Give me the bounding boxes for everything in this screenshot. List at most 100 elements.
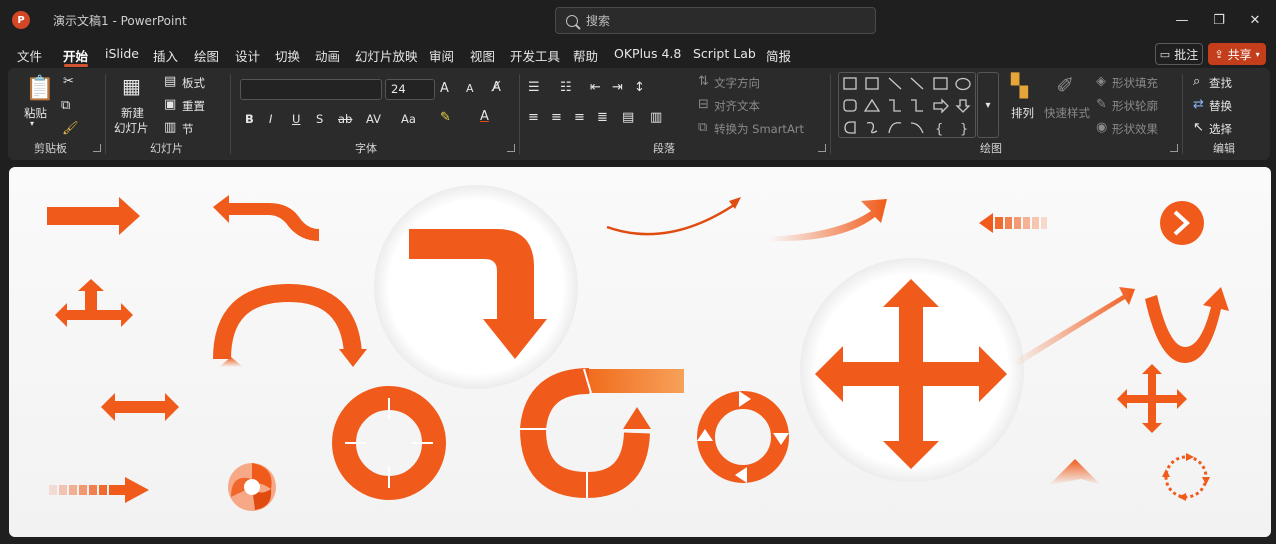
shape-effects-icon[interactable]: ◉ [1096,121,1107,134]
tab-review[interactable]: 审阅 [429,46,454,65]
restore-button[interactable]: ❐ [1209,10,1229,30]
tab-briefing[interactable]: 简报 [766,46,791,65]
align-right-icon[interactable]: ≡ [574,111,585,124]
replace-button[interactable]: 替换 [1209,98,1232,114]
find-button[interactable]: 查找 [1209,75,1232,91]
text-direction-button[interactable]: 文字方向 [714,75,760,91]
tab-animations[interactable]: 动画 [315,46,340,65]
tab-design[interactable]: 设计 [235,46,260,65]
document-title: 演示文稿1 - PowerPoint [53,14,187,28]
spiral-arrow-shape [519,368,684,499]
tab-home[interactable]: 开始 [63,46,88,65]
font-color-icon[interactable]: A [480,110,489,123]
distributed-icon[interactable]: ▤ [622,111,634,124]
quick-styles-icon[interactable]: ✐ [1056,76,1074,98]
columns-icon[interactable]: ▥ [650,111,662,124]
italic-button[interactable]: I [269,112,272,126]
tab-view[interactable]: 视图 [470,46,495,65]
format-painter-icon[interactable]: 🖌 [62,122,79,135]
replace-icon[interactable]: ⇄ [1193,98,1204,111]
tab-insert[interactable]: 插入 [153,46,178,65]
tab-draw[interactable]: 绘图 [194,46,219,65]
tab-script-lab[interactable]: Script Lab [693,46,756,61]
drawing-launcher-icon[interactable] [1170,144,1178,152]
convert-smartart-button[interactable]: 转换为 SmartArt [714,121,804,137]
numbering-icon[interactable]: ☷ [560,81,572,94]
strikethrough-button[interactable]: ab [338,112,352,126]
section-button[interactable]: 节 [182,121,194,137]
share-button[interactable]: ⇪ 共享 ▾ [1208,43,1266,65]
tab-transitions[interactable]: 切换 [275,46,300,65]
increase-indent-icon[interactable]: ⇥ [612,81,623,94]
cut-icon[interactable]: ✂ [63,75,74,88]
grow-font-button[interactable]: A [440,81,449,96]
slide-canvas[interactable] [9,167,1271,537]
font-launcher-icon[interactable] [507,144,515,152]
quick-styles-button[interactable]: 快速样式 [1044,105,1090,121]
line-spacing-icon[interactable]: ↕ [634,81,645,94]
underline-button[interactable]: U [292,112,300,126]
shrink-font-button[interactable]: A [466,82,474,95]
tab-islide[interactable]: iSlide [105,46,139,61]
new-slide-label-1[interactable]: 新建 [121,105,144,121]
shape-outline-icon[interactable]: ✎ [1096,98,1107,111]
shape-fill-icon[interactable]: ◈ [1096,75,1106,88]
justify-icon[interactable]: ≣ [597,111,608,124]
shapes-more-button[interactable]: ▾ [977,72,999,138]
decrease-indent-icon[interactable]: ⇤ [590,81,601,94]
close-button[interactable]: ✕ [1245,10,1265,30]
shape-fill-button[interactable]: 形状填充 [1112,75,1158,91]
font-name-dropdown[interactable] [240,79,382,100]
tab-help[interactable]: 帮助 [573,46,598,65]
new-slide-label-2[interactable]: 幻灯片 [114,120,149,136]
cycle-ring-shape [332,386,446,500]
align-text-icon[interactable]: ⊟ [698,98,709,111]
arrange-icon[interactable]: ▚ [1011,76,1028,98]
char-spacing-button[interactable]: AV [366,112,381,126]
reset-button[interactable]: 重置 [182,98,205,114]
arrange-button[interactable]: 排列 [1011,105,1034,121]
change-case-button[interactable]: Aa [401,112,416,126]
smartart-icon[interactable]: ⧉ [698,121,707,134]
three-way-arrow-shape [55,279,133,327]
minimize-button[interactable]: — [1172,10,1192,30]
paragraph-launcher-icon[interactable] [818,144,826,152]
fading-swoosh-arrow-shape [769,199,887,242]
circle-arrow-shape [1160,201,1204,245]
align-center-icon[interactable]: ≡ [551,111,562,124]
shadow-button[interactable]: S [316,112,323,126]
bold-button[interactable]: B [245,112,254,126]
find-icon[interactable]: ⌕ [1193,75,1200,88]
select-icon[interactable]: ↖ [1193,121,1204,134]
tab-okplus[interactable]: OKPlus 4.8 [614,46,681,61]
align-left-icon[interactable]: ≡ [528,111,539,124]
tab-developer[interactable]: 开发工具 [510,46,560,65]
comments-button[interactable]: ▭ 批注 [1155,43,1203,65]
clear-format-icon[interactable]: A̸ [492,81,501,94]
tab-file[interactable]: 文件 [17,46,42,65]
layout-button[interactable]: 板式 [182,75,205,91]
highlight-icon[interactable]: ✎ [440,111,451,124]
left-right-arrow-shape [101,393,179,421]
shape-effects-button[interactable]: 形状效果 [1112,121,1158,137]
layout-icon: ▤ [164,74,177,89]
align-text-button[interactable]: 对齐文本 [714,98,760,114]
svg-text:{: { [935,122,943,137]
font-size-dropdown[interactable]: 24 [385,79,435,100]
shapes-gallery[interactable]: { } [838,72,976,138]
copy-icon[interactable]: ⧉ [61,99,70,112]
shape-outline-button[interactable]: 形状轮廓 [1112,98,1158,114]
text-direction-icon[interactable]: ⇅ [698,75,709,88]
search-input[interactable]: 搜索 [555,7,876,34]
new-slide-icon[interactable]: ▦ [122,76,141,96]
paste-button[interactable]: 粘贴 [24,105,47,121]
font-group-label: 字体 [355,142,377,155]
select-button[interactable]: 选择 [1209,121,1232,137]
paste-icon[interactable]: 📋 [25,76,55,100]
clipboard-launcher-icon[interactable] [93,144,101,152]
tab-slideshow[interactable]: 幻灯片放映 [355,46,418,65]
share-label: 共享 [1227,47,1252,62]
bullets-icon[interactable]: ☰ [528,81,540,94]
up-fading-arrow-shape [1049,459,1101,485]
chevron-down-icon[interactable]: ▾ [30,120,34,128]
